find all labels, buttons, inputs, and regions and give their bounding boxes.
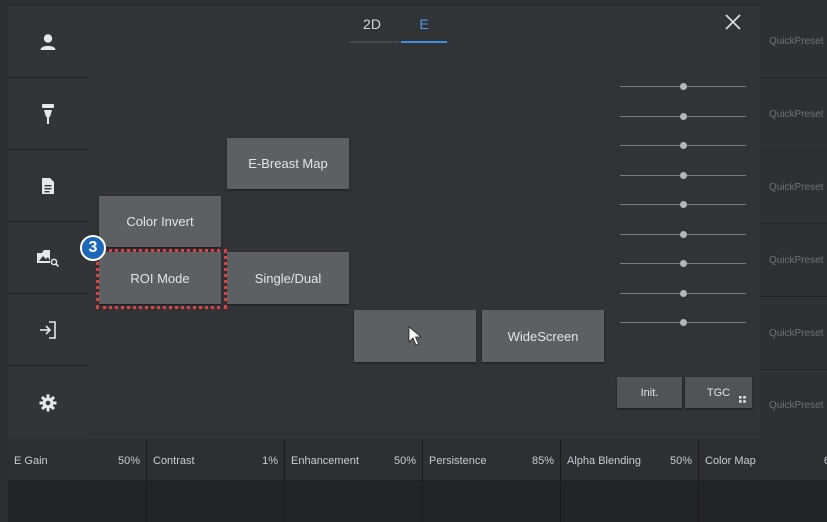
left-sidebar [8, 6, 87, 439]
param-slot-4[interactable] [423, 481, 561, 522]
color-invert-button[interactable]: Color Invert [99, 196, 221, 247]
exit-icon [39, 320, 56, 339]
param-label: Color Map [705, 455, 756, 467]
end-exam-button[interactable] [8, 294, 87, 366]
probe-button[interactable] [8, 78, 87, 150]
param-label: Enhancement [291, 455, 359, 467]
tab-2d-underline [349, 41, 399, 43]
quick-preset-3[interactable]: QuickPreset [760, 152, 827, 224]
patient-button[interactable] [8, 6, 87, 78]
tgc-slider-knob[interactable] [680, 201, 687, 208]
quick-preset-column: QuickPreset QuickPreset QuickPreset Quic… [760, 6, 827, 439]
param-label: Persistence [429, 455, 487, 467]
tgc-label: TGC [706, 386, 731, 399]
tab-2d[interactable]: 2D [357, 16, 387, 32]
param-color-map[interactable]: Color Map 6 [699, 440, 827, 480]
quick-preset-1[interactable]: QuickPreset [760, 6, 827, 78]
param-value: 50% [117, 455, 140, 467]
report-button[interactable] [8, 150, 87, 222]
ebreast-map-button[interactable]: E-Breast Map [227, 138, 349, 189]
single-dual-button[interactable]: Single/Dual [227, 252, 349, 304]
param-slot-5[interactable] [561, 481, 699, 522]
tgc-slider-knob[interactable] [680, 142, 687, 149]
param-label: Alpha Blending [567, 455, 642, 467]
cursor-arrow-icon [408, 326, 422, 346]
param-label: E Gain [14, 455, 48, 467]
tgc-slider-knob[interactable] [680, 319, 687, 326]
quick-preset-6[interactable]: QuickPreset [760, 371, 827, 439]
settings-button[interactable] [8, 366, 87, 439]
roi-mode-highlight-box [96, 249, 227, 309]
close-icon[interactable] [719, 8, 747, 36]
document-icon [41, 177, 54, 194]
param-slot-3[interactable] [285, 481, 423, 522]
user-icon [40, 33, 55, 50]
tgc-slider-knob[interactable] [680, 112, 687, 120]
tab-e[interactable]: E [409, 16, 439, 32]
quick-preset-5[interactable]: QuickPreset [760, 298, 827, 370]
widescreen-button[interactable]: WideScreen [482, 310, 604, 362]
tgc-slider-knob[interactable] [680, 289, 687, 297]
tab-e-underline [401, 41, 447, 43]
param-value: 1% [262, 455, 278, 467]
tgc-slider-knob[interactable] [680, 171, 687, 179]
grid-dots-icon [739, 396, 746, 403]
image-search-icon [36, 249, 59, 267]
image-review-button[interactable] [8, 222, 87, 294]
param-slot-2[interactable] [147, 481, 285, 522]
param-e-gain[interactable]: E Gain 50% [8, 440, 147, 480]
param-value: 50% [669, 455, 692, 467]
param-persistence[interactable]: Persistence 85% [423, 440, 561, 480]
param-alpha-blending[interactable]: Alpha Blending 50% [561, 440, 699, 480]
param-slot-1[interactable] [8, 481, 147, 522]
ultrasound-elastography-screen: 2D E E-Breast Map Color Invert ROI Mode … [0, 0, 827, 522]
tgc-slider-knob[interactable] [680, 230, 687, 238]
gear-icon [39, 394, 56, 411]
quick-preset-2[interactable]: QuickPreset [760, 79, 827, 151]
tgc-slider-knob[interactable] [680, 83, 687, 90]
quick-preset-4[interactable]: QuickPreset [760, 225, 827, 297]
init-button[interactable]: Init. [617, 377, 682, 408]
step-number-badge: 3 [80, 235, 106, 261]
param-enhancement[interactable]: Enhancement 50% [285, 440, 423, 480]
pointer-button[interactable] [354, 310, 476, 362]
param-value: 50% [393, 455, 416, 467]
param-contrast[interactable]: Contrast 1% [147, 440, 285, 480]
param-value: 85% [531, 455, 554, 467]
tgc-slider-knob[interactable] [680, 260, 687, 267]
probe-icon [41, 103, 54, 124]
param-label: Contrast [153, 455, 195, 467]
parameter-bar: E Gain 50% Contrast 1% Enhancement 50% Pers… [8, 440, 827, 522]
tgc-button[interactable]: TGC [685, 377, 752, 408]
param-slot-6[interactable] [699, 481, 827, 522]
